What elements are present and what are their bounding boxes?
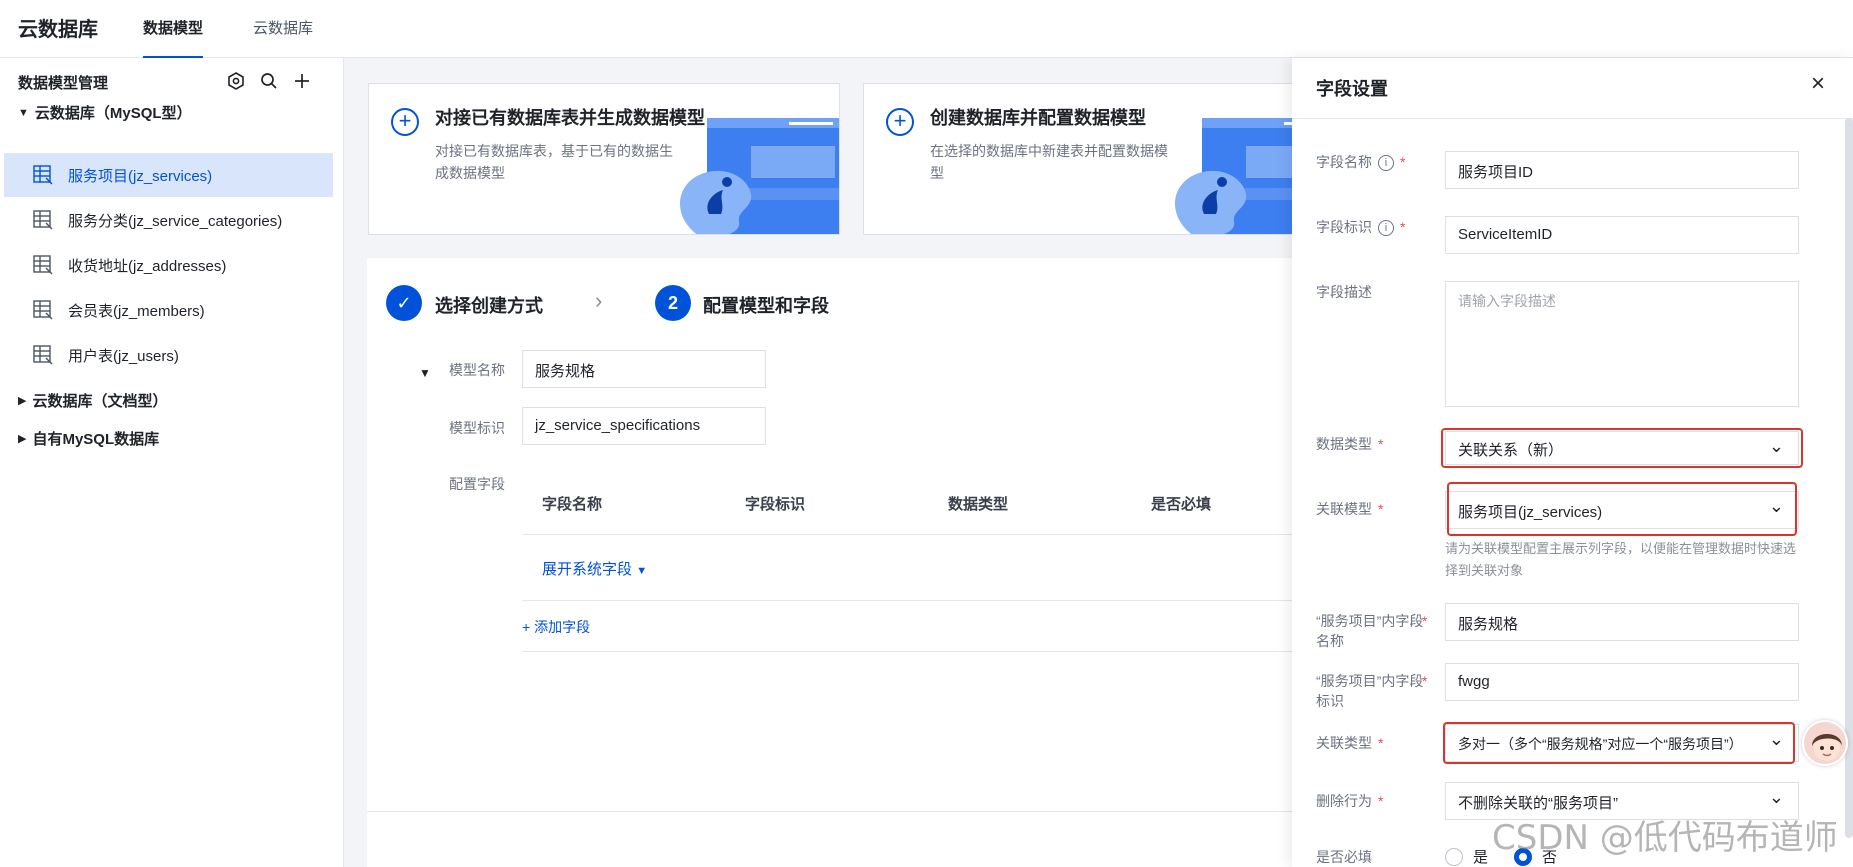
highlight-box [1443,722,1795,764]
inner-id-input[interactable]: fwgg [1445,663,1799,701]
tab-data-model[interactable]: 数据模型 [143,17,204,58]
table-icon [33,210,53,230]
highlight-box [1441,428,1803,468]
card-title: 创建数据库并配置数据模型 [930,108,1146,128]
add-icon[interactable] [291,70,313,92]
inner-name-input[interactable]: 服务规格 [1445,603,1799,641]
plus-circle-icon: + [391,108,419,136]
group-label: 云数据库（MySQL型） [34,105,192,122]
step-label: 配置模型和字段 [703,296,829,316]
model-name-label: 模型名称 [449,362,505,378]
required-yes-radio[interactable]: 是 [1445,846,1488,867]
rel-type-label: 关联类型 * [1316,735,1384,751]
column-header: 字段标识 [745,496,806,513]
tab-cloud-db[interactable]: 云数据库 [253,17,313,58]
table-icon [33,300,53,320]
add-field-link[interactable]: + 添加字段 [522,617,590,637]
highlight-box [1447,482,1797,536]
model-id-input[interactable]: jz_service_specifications [522,407,766,445]
model-name-input[interactable]: 服务规格 [522,350,766,388]
divider [522,534,1322,535]
rel-model-label: 关联模型 * [1316,501,1384,517]
field-desc-textarea[interactable]: 请输入字段描述 [1445,281,1799,407]
assistant-avatar[interactable] [1802,720,1848,766]
info-icon: i [1378,220,1394,237]
field-settings-drawer: 字段设置 × 字段名称 i * 服务项目ID 字段标识 i * ServiceItemI… [1292,58,1853,867]
field-id-input[interactable]: ServiceItemID [1445,216,1799,254]
delete-behavior-label: 删除行为 * [1316,793,1384,809]
divider [522,600,1322,601]
column-header: 字段名称 [542,496,603,513]
field-desc-label: 字段描述 [1316,284,1372,300]
chevron-right-icon: › [595,288,603,313]
close-icon[interactable]: × [1811,70,1825,98]
column-header: 数据类型 [948,496,1009,513]
sidebar-item-label: 会员表(jz_members) [68,302,205,320]
card-desc: 对接已有数据库表，基于已有的数据生成数据模型 [435,143,673,181]
card-create-new[interactable]: + 创建数据库并配置数据模型 在选择的数据库中新建表并配置数据模型 [863,83,1335,235]
divider [367,811,1367,812]
sidebar-item-services[interactable]: 服务项目(jz_services) [4,153,333,197]
caret-down-icon: ▼ [18,106,29,119]
sidebar: 数据模型管理 ▼ 云数据库（MySQL型） 服务项目(jz_services) … [0,58,344,867]
rel-model-hint: 请为关联模型配置主展示列字段，以便能在管理数据时快速选择到关联对象 [1445,541,1797,578]
sidebar-item-service-categories[interactable]: 服务分类(jz_service_categories) [4,198,333,242]
table-icon [33,165,53,185]
card-title: 对接已有数据库表并生成数据模型 [435,108,705,128]
group-mysql[interactable]: ▼ 云数据库（MySQL型） [18,102,192,123]
model-id-label: 模型标识 [449,420,505,436]
data-type-label: 数据类型 * [1316,436,1384,452]
collapse-caret-icon[interactable]: ▼ [419,366,431,380]
card-connect-existing[interactable]: + 对接已有数据库表并生成数据模型 对接已有数据库表，基于已有的数据生成数据模型 [368,83,840,235]
scrollbar[interactable] [1845,118,1853,838]
drawer-title: 字段设置 [1316,79,1388,99]
column-header: 是否必填 [1151,496,1212,513]
step-number: 2 [655,285,691,321]
group-label: 云数据库（文档型） [32,393,168,410]
top-bar: 云数据库 数据模型 云数据库 [0,0,1853,58]
required-label: 是否必填 [1316,849,1372,865]
table-icon [33,255,53,275]
field-name-label: 字段名称 i * [1316,154,1406,172]
sidebar-item-members[interactable]: 会员表(jz_members) [4,288,333,332]
info-icon: i [1378,155,1394,172]
divider [1292,118,1853,119]
table-icon [33,345,53,365]
field-id-label: 字段标识 i * [1316,219,1406,237]
card-desc: 在选择的数据库中新建表并配置数据模型 [930,143,1168,181]
step-label: 选择创建方式 [435,296,543,316]
divider [522,651,1322,652]
step-done-check-icon: ✓ [386,285,422,321]
sidebar-item-label: 用户表(jz_users) [68,347,179,365]
app-brand: 云数据库 [18,19,98,41]
sidebar-item-label: 收货地址(jz_addresses) [68,257,227,275]
inner-id-label: “服务项目”内字段标识 * [1316,673,1428,709]
field-name-input[interactable]: 服务项目ID [1445,151,1799,189]
watermark: CSDN @低代码布道师 [1492,818,1838,858]
group-document[interactable]: ▶ 云数据库（文档型） [18,390,167,411]
sidebar-item-label: 服务分类(jz_service_categories) [68,212,283,230]
sidebar-title: 数据模型管理 [18,75,109,92]
sidebar-item-addresses[interactable]: 收货地址(jz_addresses) [4,243,333,287]
inner-name-label: “服务项目”内字段名称 * [1316,613,1428,649]
group-own-mysql[interactable]: ▶ 自有MySQL数据库 [18,428,159,449]
plus-circle-icon: + [886,108,914,136]
caret-right-icon: ▶ [18,395,27,407]
radio-circle-icon [1445,847,1463,866]
group-label: 自有MySQL数据库 [32,431,160,448]
sidebar-item-users[interactable]: 用户表(jz_users) [4,333,333,377]
fields-label: 配置字段 [449,476,505,492]
settings-icon[interactable] [225,70,247,92]
search-icon[interactable] [258,70,280,92]
sidebar-item-label: 服务项目(jz_services) [68,167,213,185]
expand-system-fields-link[interactable]: 展开系统字段 ▼ [542,558,647,579]
caret-right-icon: ▶ [18,433,27,445]
palette-illustration-icon [680,118,839,234]
